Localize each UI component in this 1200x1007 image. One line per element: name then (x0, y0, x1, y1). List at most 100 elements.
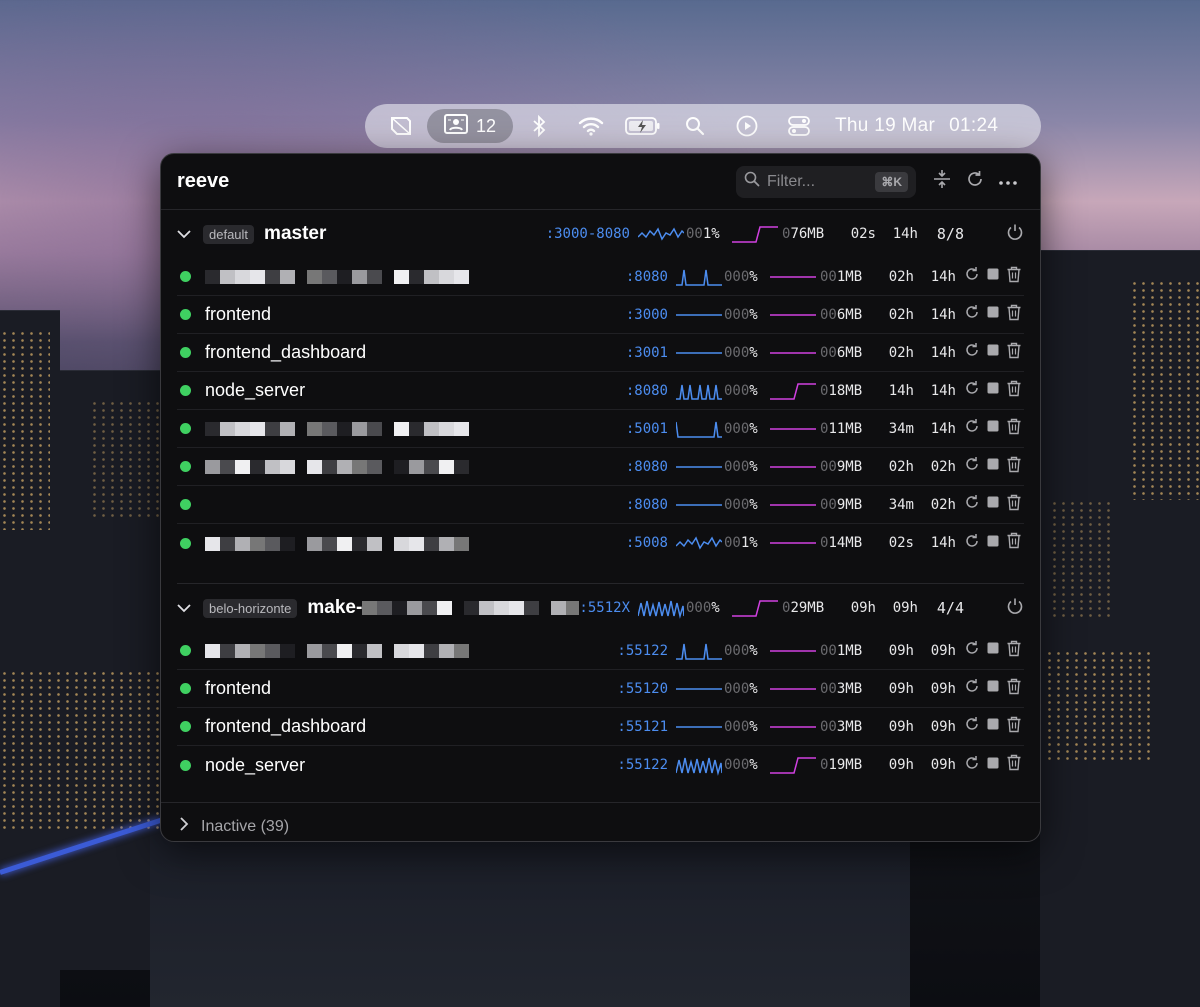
clock[interactable]: Thu 19 Mar 01:24 (835, 109, 998, 143)
restart-icon[interactable] (964, 456, 980, 477)
processes-menu-button[interactable]: 12 (427, 109, 513, 143)
stop-icon[interactable] (986, 419, 1000, 438)
group-row[interactable]: belo-horizonte make-... :5512X 000% 029M… (177, 584, 1024, 632)
process-age: 09h (930, 680, 956, 697)
stop-icon[interactable] (986, 381, 1000, 400)
process-port[interactable]: :8080 (626, 497, 668, 513)
wifi-icon[interactable] (565, 109, 617, 143)
trash-icon[interactable] (1006, 266, 1022, 288)
stop-icon[interactable] (986, 756, 1000, 775)
process-row[interactable]: frontend :3000 000% 006MB 02h 14h (177, 296, 1024, 334)
trash-icon[interactable] (1006, 304, 1022, 326)
process-port[interactable]: :55120 (617, 681, 668, 697)
process-cpu: 000% (724, 757, 758, 773)
restart-icon[interactable] (964, 678, 980, 699)
search-icon[interactable] (669, 109, 721, 143)
trash-icon[interactable] (1006, 754, 1022, 776)
stop-icon[interactable] (986, 457, 1000, 476)
process-age: 14h (930, 344, 956, 361)
process-row[interactable]: :5001 000% 011MB 34m 14h (177, 410, 1024, 448)
stop-icon[interactable] (986, 717, 1000, 736)
restart-icon[interactable] (964, 380, 980, 401)
trash-icon[interactable] (1006, 716, 1022, 738)
chevron-down-icon[interactable] (177, 603, 203, 613)
group-process-count: 4/4 (936, 599, 964, 617)
process-port[interactable]: :5008 (626, 535, 668, 551)
stop-icon[interactable] (986, 343, 1000, 362)
process-port[interactable]: :8080 (626, 269, 668, 285)
power-button[interactable] (964, 223, 1024, 246)
trash-icon[interactable] (1006, 380, 1022, 402)
cpu-sparkline (676, 678, 722, 700)
process-row[interactable]: node_server :8080 000% 018MB 14h 14h (177, 372, 1024, 410)
trash-icon[interactable] (1006, 678, 1022, 700)
process-row[interactable]: node_server :55122 000% 019MB 09h 09h (177, 746, 1024, 784)
bluetooth-icon[interactable] (513, 109, 565, 143)
process-row[interactable]: frontend :55120 000% 003MB 09h 09h (177, 670, 1024, 708)
reeve-icon[interactable] (375, 109, 427, 143)
play-icon[interactable] (721, 109, 773, 143)
process-row[interactable]: :8080 000% 009MB 02h 02h (177, 448, 1024, 486)
group-ports[interactable]: :5512X (579, 600, 630, 616)
group-ports[interactable]: :3000-8080 (546, 226, 630, 242)
process-port[interactable]: :55122 (617, 643, 668, 659)
process-row[interactable]: :55122 000% 001MB 09h 09h (177, 632, 1024, 670)
power-button[interactable] (964, 597, 1024, 620)
trash-icon[interactable] (1006, 640, 1022, 662)
trash-icon[interactable] (1006, 494, 1022, 516)
process-port[interactable]: :3001 (626, 345, 668, 361)
battery-icon[interactable] (617, 109, 669, 143)
collapse-all-button[interactable] (926, 166, 958, 198)
app-title: reeve (177, 170, 230, 192)
restart-icon[interactable] (964, 266, 980, 287)
restart-icon[interactable] (964, 533, 980, 554)
trash-icon[interactable] (1006, 418, 1022, 440)
process-memory: 001MB (820, 268, 863, 285)
process-age: 09h (930, 757, 956, 773)
restart-icon[interactable] (964, 494, 980, 515)
restart-icon[interactable] (964, 342, 980, 363)
stop-icon[interactable] (986, 534, 1000, 553)
control-center-icon[interactable] (773, 109, 825, 143)
process-row[interactable]: frontend_dashboard :3001 000% 006MB 02h … (177, 334, 1024, 372)
inactive-label: Inactive (39) (201, 817, 290, 835)
restart-icon[interactable] (964, 716, 980, 737)
trash-icon[interactable] (1006, 456, 1022, 478)
stop-icon[interactable] (986, 267, 1000, 286)
memory-sparkline (770, 380, 816, 402)
filter-input[interactable] (767, 172, 869, 191)
restart-icon[interactable] (964, 755, 980, 776)
process-port[interactable]: :8080 (626, 383, 668, 399)
more-button[interactable] (992, 166, 1024, 198)
chevron-down-icon[interactable] (177, 229, 203, 239)
stop-icon[interactable] (986, 641, 1000, 660)
restart-icon[interactable] (964, 418, 980, 439)
process-port[interactable]: :8080 (626, 459, 668, 475)
trash-icon[interactable] (1006, 342, 1022, 364)
memory-sparkline (770, 640, 816, 662)
process-age: 14h (930, 420, 956, 437)
filter-shortcut: ⌘K (875, 171, 908, 192)
process-port[interactable]: :3000 (626, 307, 668, 323)
process-port[interactable]: :55121 (617, 719, 668, 735)
filter-box[interactable]: ⌘K (736, 165, 916, 198)
refresh-button[interactable] (959, 166, 991, 198)
stop-icon[interactable] (986, 305, 1000, 324)
process-row[interactable]: frontend_dashboard :55121 000% 003MB 09h… (177, 708, 1024, 746)
restart-icon[interactable] (964, 640, 980, 661)
process-row[interactable]: :8080 000% 001MB 02h 14h (177, 258, 1024, 296)
trash-icon[interactable] (1006, 532, 1022, 554)
process-memory: 006MB (820, 306, 863, 323)
stop-icon[interactable] (986, 679, 1000, 698)
group-row[interactable]: default master :3000-8080 001% 076MB 02s… (177, 210, 1024, 258)
status-indicator (180, 271, 191, 282)
process-name: node_server (205, 754, 306, 775)
inactive-toggle[interactable]: Inactive (39) (161, 802, 1040, 841)
stop-icon[interactable] (986, 495, 1000, 514)
process-row[interactable]: :8080 000% 009MB 34m 02h (177, 486, 1024, 524)
process-port[interactable]: :55122 (617, 757, 668, 773)
restart-icon[interactable] (964, 304, 980, 325)
process-row[interactable]: :5008 001% 014MB 02s 14h (177, 524, 1024, 562)
process-port[interactable]: :5001 (626, 421, 668, 437)
process-name: frontend (205, 304, 272, 324)
